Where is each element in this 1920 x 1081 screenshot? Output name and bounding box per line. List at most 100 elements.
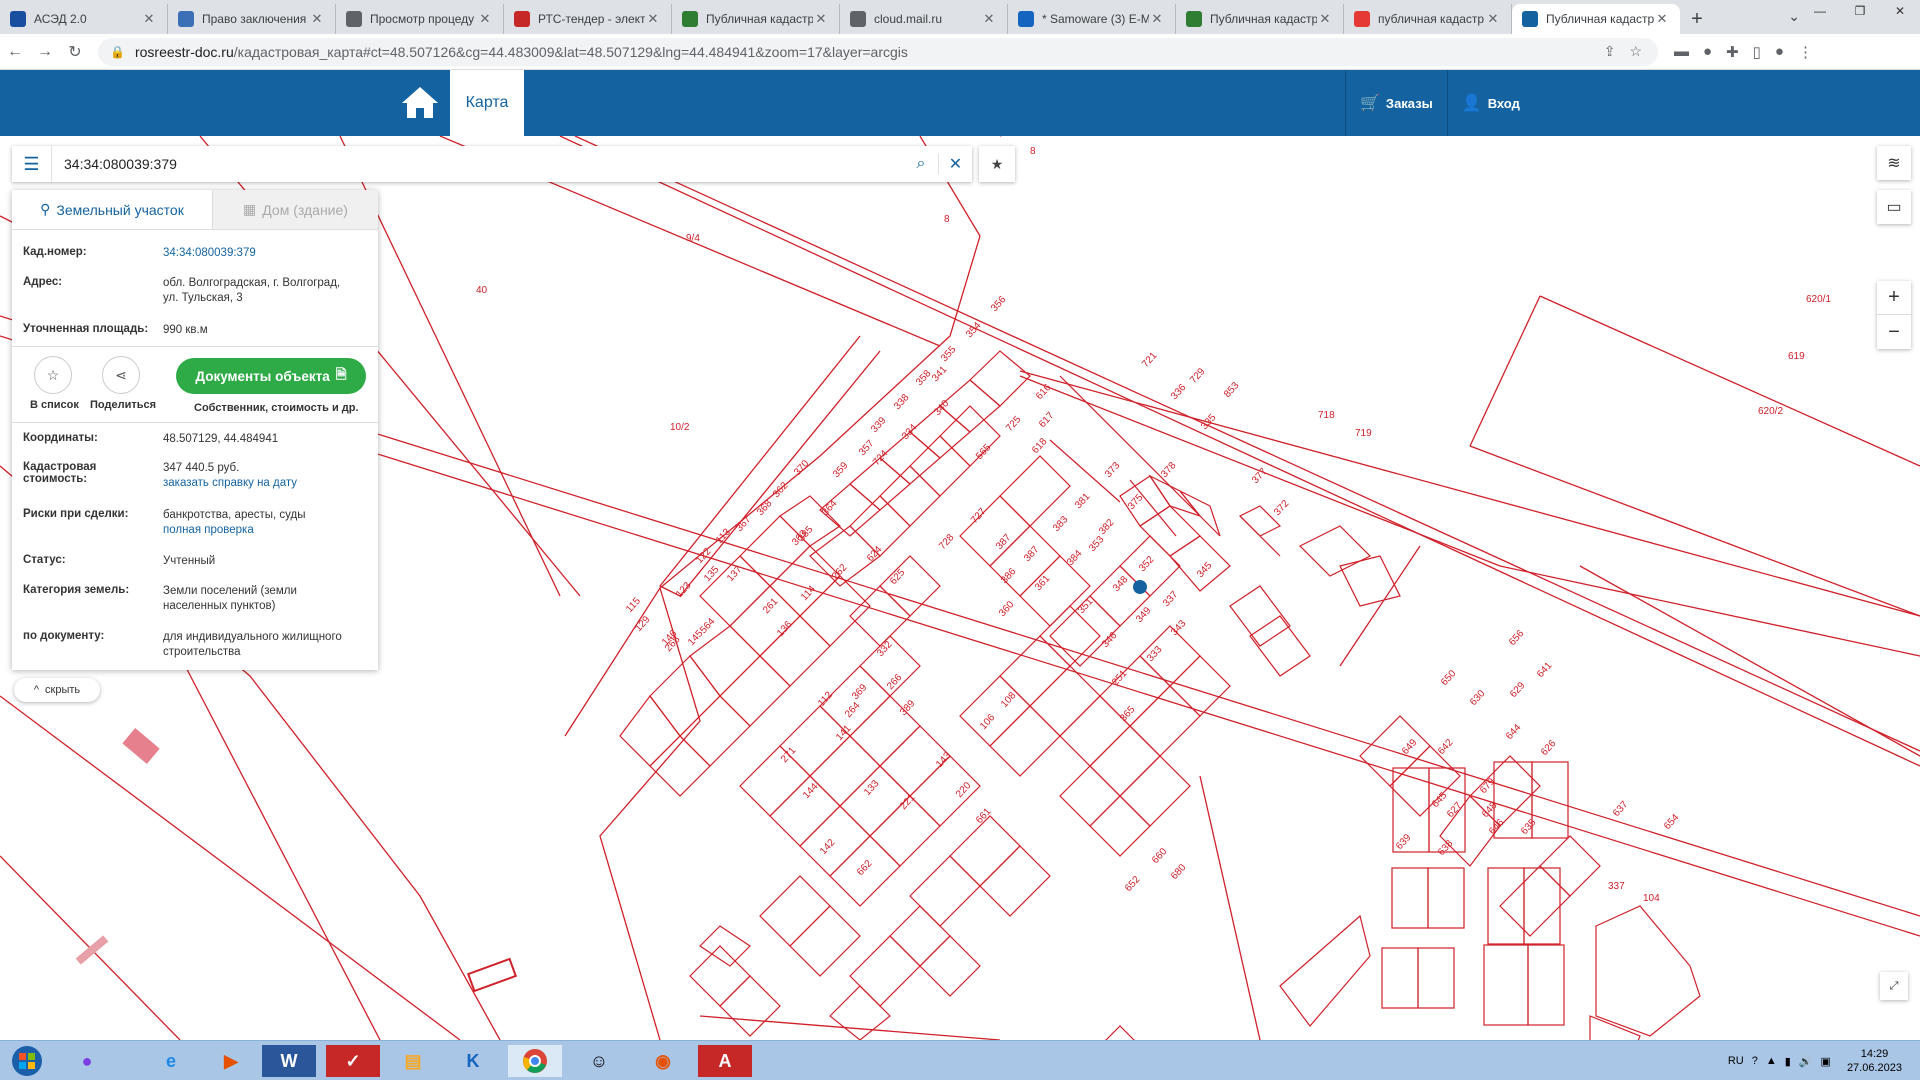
parcel-outline[interactable] [1391,867,1429,929]
favorites-star-button[interactable]: ★ [979,146,1015,182]
parcel-outline[interactable] [1148,474,1202,518]
parcel-outline[interactable] [849,495,911,557]
tab-land-plot[interactable]: ⚲ Земельный участок [12,190,212,229]
ruler-button[interactable]: ▭ [1877,190,1911,224]
parcel-outline[interactable] [829,985,891,1040]
sidepanel-icon[interactable]: ▯ [1753,43,1761,61]
parcel-outline[interactable] [1487,867,1525,945]
browser-tab[interactable]: Публичная кадастр ✕ [672,4,840,34]
parcel-outline[interactable] [759,875,831,947]
internet-explorer-icon[interactable]: e [144,1045,198,1077]
parcel-outline[interactable] [1129,685,1201,757]
reload-icon[interactable]: ↻ [60,42,90,62]
fullscreen-button[interactable]: ⤢ [1880,972,1908,1000]
browser-tab[interactable]: АСЭД 2.0 ✕ [0,4,168,34]
parcel-outline[interactable] [1080,1025,1140,1040]
close-tab-icon[interactable]: ✕ [645,11,661,27]
parcel-outline[interactable] [619,695,681,767]
close-tab-icon[interactable]: ✕ [141,11,157,27]
parcel-outline[interactable] [699,925,751,967]
tab-search-icon[interactable]: ⌄ [1788,8,1800,25]
parcel-outline[interactable] [769,775,841,847]
browser-tab[interactable]: Публичная кадастр ✕ [1176,4,1344,34]
extension-icon[interactable]: ▬ [1674,43,1689,61]
parcel-outline[interactable] [1298,525,1372,577]
parcel-outline[interactable] [1249,615,1311,677]
parcel-outline[interactable] [1059,695,1131,767]
browser-tab[interactable]: публичная кадастр ✕ [1344,4,1512,34]
forward-icon[interactable]: → [30,43,60,61]
parcel-outline[interactable] [1527,944,1565,1026]
parcel-outline[interactable] [839,765,911,837]
parcel-outline[interactable] [969,350,1031,407]
close-tab-icon[interactable]: ✕ [1654,11,1670,27]
volume-icon[interactable]: 🔊 [1799,1055,1813,1068]
parcel-outline[interactable] [939,405,1001,467]
parcel-outline[interactable] [719,655,791,727]
zoom-in-button[interactable]: + [1877,281,1911,315]
app-icon[interactable]: K [446,1045,500,1077]
close-tab-icon[interactable]: ✕ [477,11,493,27]
home-icon[interactable] [398,84,442,122]
parcel-outline[interactable] [1595,905,1701,1037]
parcel-outline[interactable] [1169,655,1231,717]
tab-house[interactable]: ▦ Дом (здание) [212,190,378,229]
order-certificate-link[interactable]: заказать справку на дату [163,476,373,491]
tab-map[interactable]: Карта [450,70,524,136]
close-tab-icon[interactable]: ✕ [813,11,829,27]
close-tab-icon[interactable]: ✕ [1317,11,1333,27]
parcel-outline[interactable] [649,735,711,797]
parcel-outline[interactable] [719,975,781,1037]
location-marker[interactable] [1133,580,1147,594]
parcel-outline[interactable] [1229,585,1291,647]
parcel-outline[interactable] [1339,555,1401,607]
parcel-outline[interactable] [1427,867,1465,929]
parcel-outline[interactable] [769,545,841,617]
chrome-icon[interactable] [508,1045,562,1077]
network-icon[interactable]: ▮ [1785,1055,1791,1068]
profile-icon[interactable]: ● [1775,43,1784,61]
clock[interactable]: 14:29 27.06.2023 [1839,1047,1910,1075]
login-button[interactable]: 👤 Вход [1446,70,1534,136]
parcel-outline[interactable] [649,655,721,737]
minimize-icon[interactable]: — [1800,0,1840,24]
parcel-outline[interactable] [909,435,971,497]
alice-icon[interactable]: ● [60,1045,114,1077]
parcel-outline[interactable] [919,935,981,997]
word-icon[interactable]: W [262,1045,316,1077]
close-window-icon[interactable]: ✕ [1880,0,1920,24]
tray-icon[interactable]: ▣ [1821,1055,1831,1068]
parcel-outline[interactable] [979,845,1051,917]
media-player-icon[interactable]: ▶ [204,1045,258,1077]
parcel-outline[interactable] [989,705,1061,777]
close-tab-icon[interactable]: ✕ [1149,11,1165,27]
close-tab-icon[interactable]: ✕ [309,11,325,27]
file-explorer-icon[interactable]: ▤ [386,1045,440,1077]
parcel-outline[interactable] [759,615,831,687]
parcel-outline[interactable] [1169,535,1231,592]
browser-tab[interactable]: Публичная кадастр ✕ [1512,4,1680,34]
app-icon[interactable]: ☺ [572,1045,626,1077]
parcel-outline[interactable] [959,495,1031,567]
puzzle-icon[interactable]: ✚ [1726,43,1739,61]
parcel-outline[interactable] [1417,947,1455,1009]
share-button[interactable]: ⋖ [102,356,140,394]
clear-search-icon[interactable]: ✕ [938,154,972,174]
tray-icon[interactable]: ▲ [1766,1055,1777,1067]
parcel-outline[interactable] [879,465,941,527]
object-documents-button[interactable]: Документы объекта 🗎 [176,358,366,394]
acrobat-icon[interactable]: A [698,1045,752,1077]
extension-icon[interactable]: ● [1703,43,1712,61]
close-tab-icon[interactable]: ✕ [1485,11,1501,27]
browser-tab[interactable]: Просмотр процеду ✕ [336,4,504,34]
parcel-outline[interactable] [1059,765,1121,827]
zoom-out-button[interactable]: − [1877,315,1911,349]
browser-tab[interactable]: Право заключения ✕ [168,4,336,34]
parcel-outline[interactable] [949,815,1021,887]
bookmark-star-icon[interactable]: ☆ [1629,43,1642,60]
parcel-outline[interactable] [729,585,801,657]
parcel-outline[interactable] [1119,755,1191,827]
parcel-outline[interactable] [1539,835,1601,897]
orders-button[interactable]: 🛒 Заказы [1345,70,1447,136]
firefox-icon[interactable]: ◉ [636,1045,690,1077]
